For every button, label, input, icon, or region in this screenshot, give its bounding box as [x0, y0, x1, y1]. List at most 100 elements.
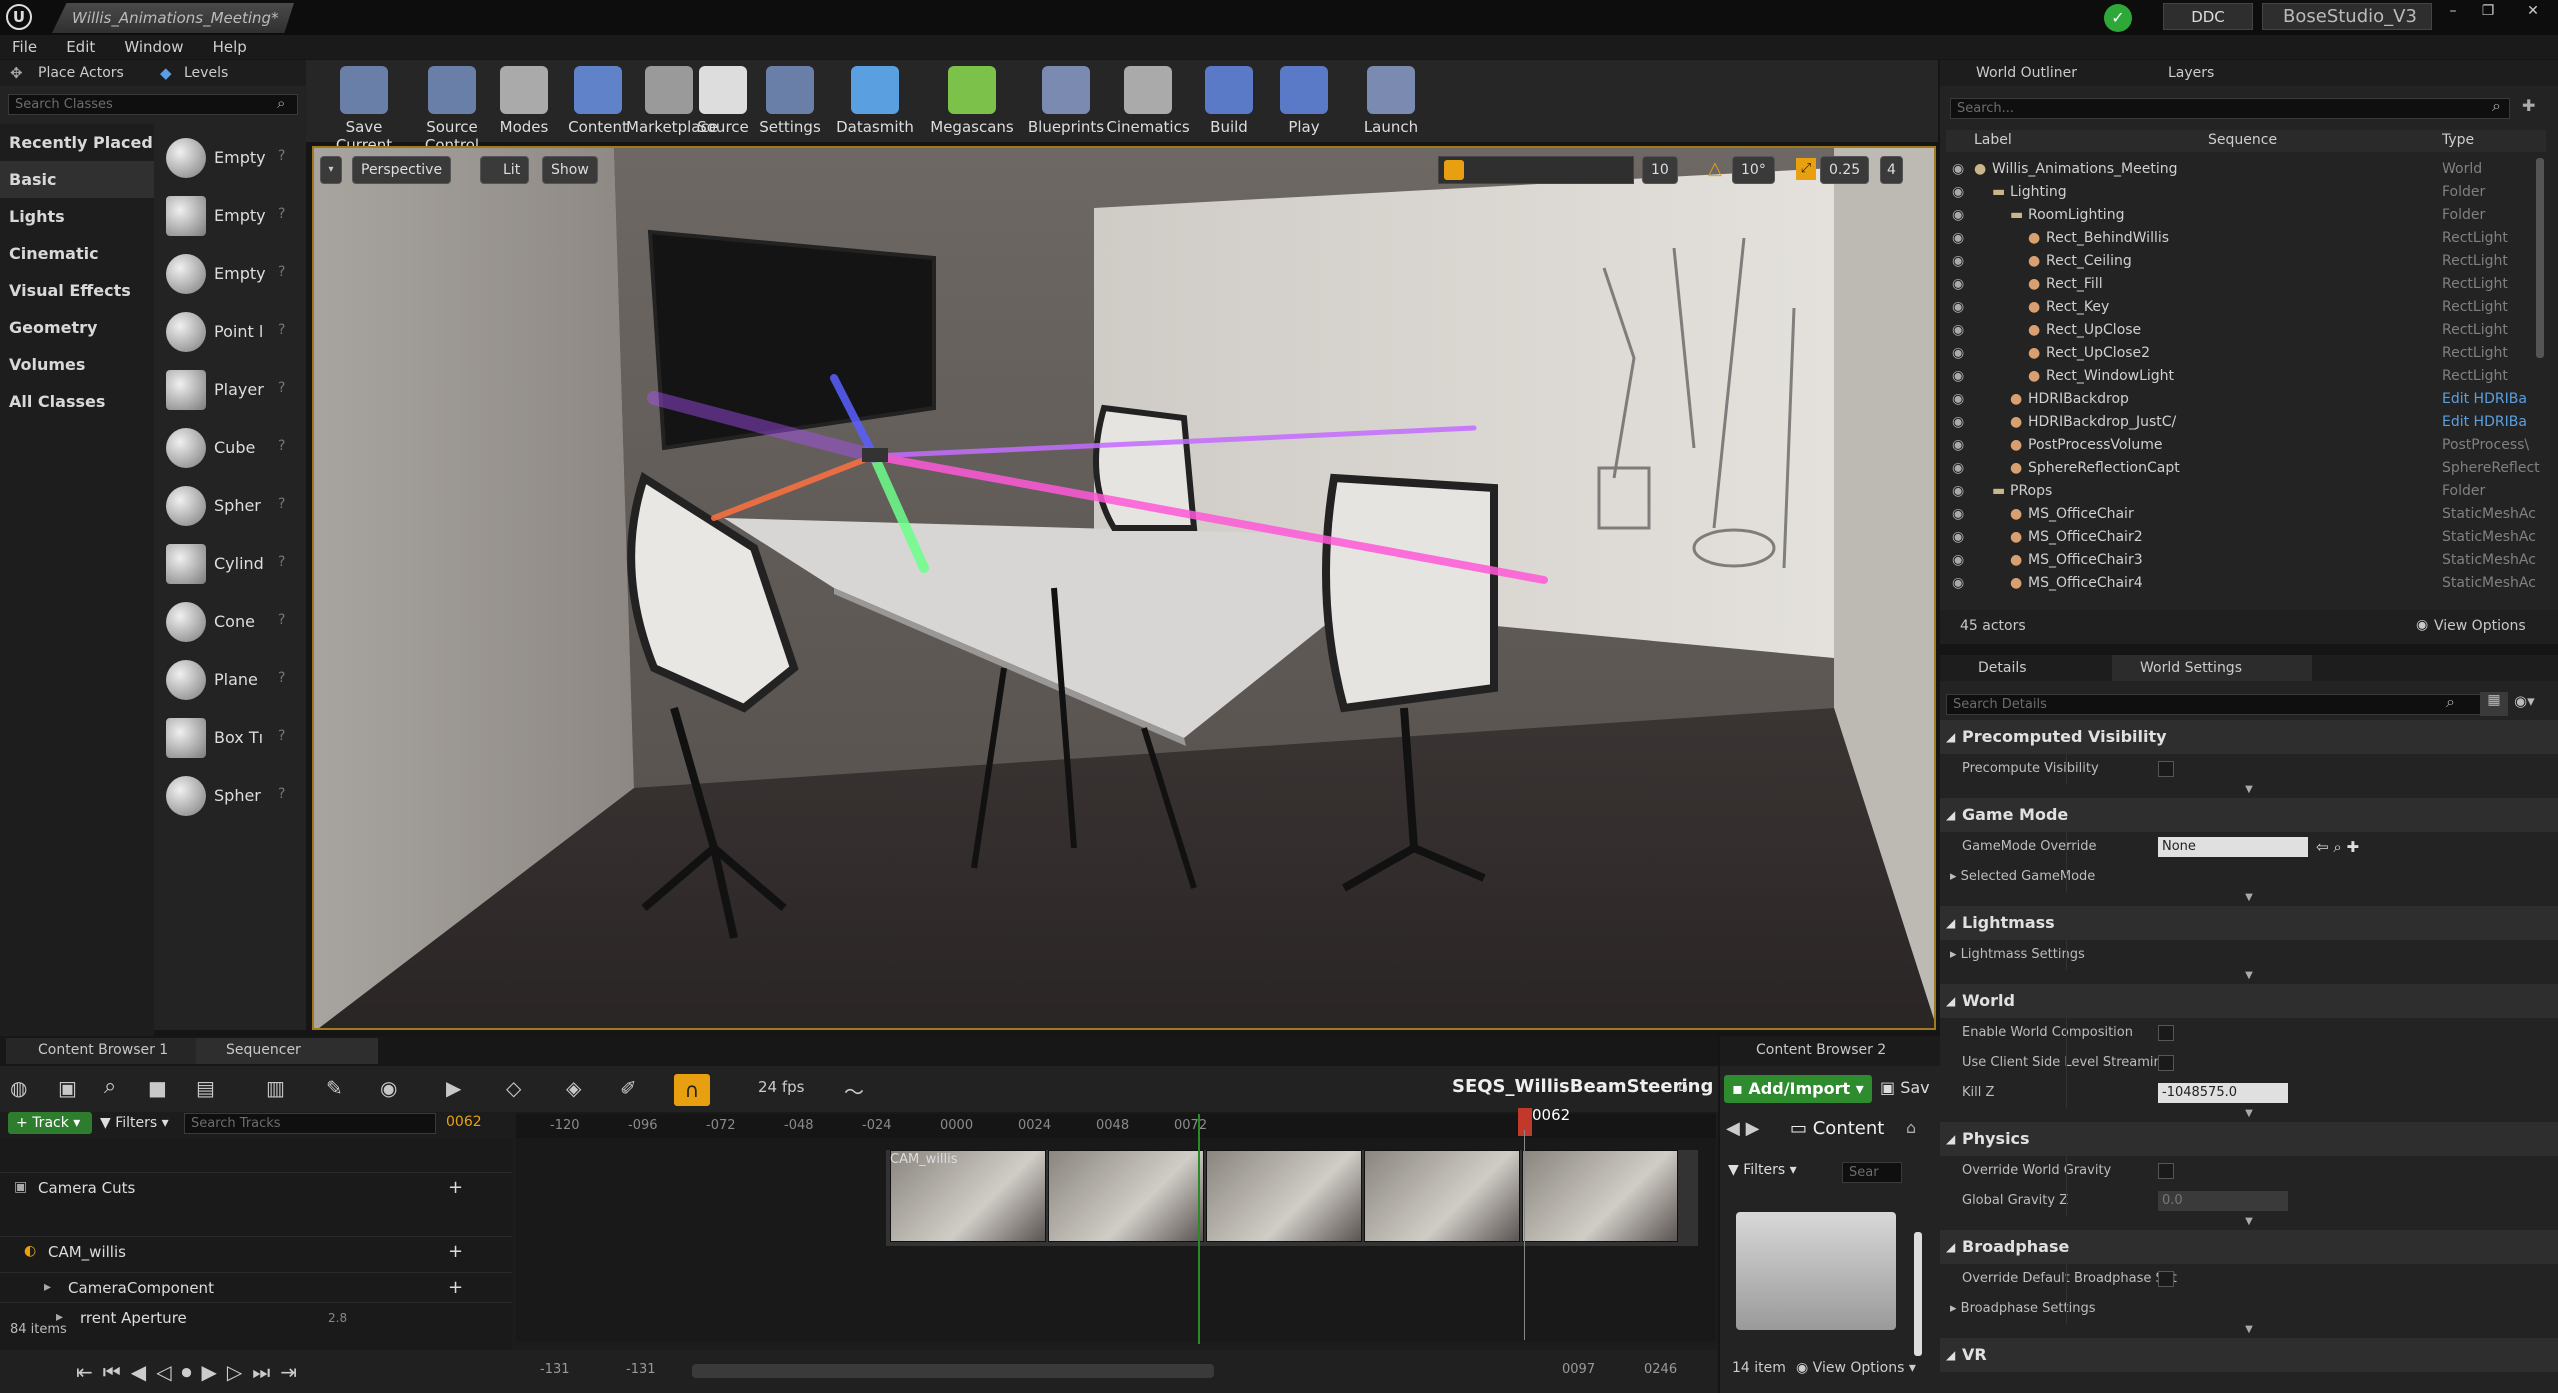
lock-icon[interactable]: ⌂: [1678, 1076, 1688, 1095]
translate-tool-icon[interactable]: [1444, 160, 1464, 180]
add-icon[interactable]: +: [448, 1277, 463, 1298]
toolbar-button[interactable]: Modes: [484, 60, 564, 142]
toolbar-button[interactable]: Save Current: [318, 60, 410, 154]
transport-controls[interactable]: ⇤⏮◀◁⏺▶▷⏭⇥: [76, 1360, 307, 1384]
camera-settings-icon[interactable]: ▥: [266, 1076, 285, 1100]
outliner-row[interactable]: ◉ ● PostProcessVolume PostProcess\: [1946, 434, 2546, 457]
help-icon[interactable]: ?: [278, 728, 285, 744]
range-end[interactable]: 0097: [1562, 1362, 1595, 1377]
add-icon[interactable]: +: [448, 1177, 463, 1198]
actor-item[interactable]: Box Tı?: [160, 714, 302, 766]
menu-window[interactable]: Window: [124, 35, 183, 59]
actor-item[interactable]: Player?: [160, 366, 302, 418]
scale-snap-icon[interactable]: ⤢: [1796, 158, 1816, 180]
visibility-eye-icon[interactable]: ◉: [1952, 503, 1964, 526]
add-folder-icon[interactable]: ✚: [2522, 96, 2535, 115]
expand-arrow-icon[interactable]: ▸: [1950, 947, 1961, 962]
scale-snap-value[interactable]: 0.25: [1820, 156, 1870, 184]
transform-tools[interactable]: [1438, 156, 1634, 184]
actor-item[interactable]: Empty?: [160, 192, 302, 244]
range-start-view[interactable]: -131: [626, 1362, 656, 1377]
search-tracks-input[interactable]: Search Tracks: [184, 1113, 436, 1134]
outliner-row[interactable]: ◉ ● Willis_Animations_Meeting World: [1946, 158, 2546, 181]
visibility-eye-icon[interactable]: ◉: [1952, 434, 1964, 457]
ddc-button[interactable]: DDC: [2163, 3, 2253, 30]
outliner-row[interactable]: ◉ ▬ RoomLighting Folder: [1946, 204, 2546, 227]
visibility-eye-icon[interactable]: ◉: [1952, 457, 1964, 480]
outliner-row[interactable]: ◉ ● HDRIBackdrop_JustC/Edit HDRIBa: [1946, 411, 2546, 434]
play-options-icon[interactable]: ▶: [446, 1076, 461, 1100]
details-search-input[interactable]: Search Details: [1946, 694, 2490, 715]
nav-arrows[interactable]: ◀ ▶: [1726, 1118, 1759, 1139]
grid-view-icon[interactable]: ▦: [2480, 692, 2508, 716]
help-icon[interactable]: ?: [278, 206, 285, 222]
visibility-eye-icon[interactable]: ◉: [1952, 181, 1964, 204]
property-checkbox[interactable]: [2158, 761, 2174, 777]
property-checkbox[interactable]: [2158, 1055, 2174, 1071]
tab-world-outliner[interactable]: World Outliner: [1976, 60, 2077, 86]
help-icon[interactable]: ?: [278, 148, 285, 164]
lock-icon[interactable]: ⌂: [1906, 1118, 1916, 1137]
current-frame-field[interactable]: 0062: [446, 1114, 482, 1130]
cb2-filters-button[interactable]: ▼ Filters ▾: [1728, 1162, 1797, 1178]
add-icon[interactable]: +: [448, 1241, 463, 1262]
document-tab[interactable]: Willis_Animations_Meeting*: [52, 3, 294, 33]
rotation-snap-value[interactable]: 10°: [1732, 156, 1775, 184]
search-classes-input[interactable]: Search Classes: [8, 94, 298, 115]
outliner-row[interactable]: ◉ ● MS_OfficeChair2 StaticMeshAc: [1946, 526, 2546, 549]
toolbar-button[interactable]: Datasmith: [826, 60, 924, 142]
help-icon[interactable]: ?: [278, 670, 285, 686]
help-icon[interactable]: ?: [278, 786, 285, 802]
column-sequence[interactable]: Sequence: [2208, 132, 2277, 148]
visibility-eye-icon[interactable]: ◉: [1952, 480, 1964, 503]
toolbar-button[interactable]: Cinematics: [1098, 60, 1198, 142]
details-section[interactable]: ◢ Precomputed Visibility: [1940, 720, 2558, 754]
tab-layers[interactable]: Layers: [2168, 60, 2214, 86]
actor-item[interactable]: Cone?: [160, 598, 302, 650]
actor-item[interactable]: Point l?: [160, 308, 302, 360]
visibility-eye-icon[interactable]: ◉: [1952, 158, 1964, 181]
details-section[interactable]: ◢ Physics: [1940, 1122, 2558, 1156]
outliner-row[interactable]: ◉ ● Rect_Fill RectLight: [1946, 273, 2546, 296]
toolbar-button[interactable]: Launch: [1348, 60, 1434, 142]
tab-content-browser-2[interactable]: Content Browser 2: [1756, 1042, 1886, 1058]
playhead[interactable]: [1518, 1108, 1532, 1136]
outliner-row[interactable]: ◉ ● Rect_Key RectLight: [1946, 296, 2546, 319]
actor-item[interactable]: Cylind?: [160, 540, 302, 592]
outliner-search-input[interactable]: Search...: [1950, 98, 2510, 119]
column-type[interactable]: Type: [2442, 132, 2474, 148]
toolbar-button[interactable]: Settings: [748, 60, 832, 142]
outliner-row[interactable]: ◉ ● Rect_Ceiling RectLight: [1946, 250, 2546, 273]
category-cinematic[interactable]: Cinematic: [0, 235, 154, 272]
track-row[interactable]: ▸ CameraComponent +: [0, 1272, 512, 1304]
outliner-row[interactable]: ◉ ▬ PRops Folder: [1946, 480, 2546, 503]
property-checkbox[interactable]: [2158, 1025, 2174, 1041]
visibility-eye-icon[interactable]: ◉: [1952, 365, 1964, 388]
menu-edit[interactable]: Edit: [66, 35, 95, 59]
folder-thumbnail-icon[interactable]: [1736, 1212, 1896, 1330]
use-browse-icons[interactable]: ⇦ ⌕ ✚: [2316, 832, 2359, 862]
timeline-scrollbar[interactable]: [692, 1364, 1214, 1378]
advanced-expander-icon[interactable]: ▼: [1940, 784, 2558, 798]
maximize-button[interactable]: ❐: [2473, 0, 2503, 22]
category-visual-effects[interactable]: Visual Effects: [0, 272, 154, 309]
help-icon[interactable]: ?: [278, 612, 285, 628]
visibility-eye-icon[interactable]: ◉: [1952, 227, 1964, 250]
advanced-expander-icon[interactable]: ▼: [1940, 970, 2558, 984]
actor-item[interactable]: Spher?: [160, 482, 302, 534]
visibility-eye-icon[interactable]: ◉: [1952, 388, 1964, 411]
viewport-options-button[interactable]: ▾: [320, 156, 342, 184]
property-select[interactable]: None: [2158, 837, 2308, 857]
level-viewport[interactable]: ▾ Perspective Lit Show 10 △ 10° ⤢ 0.25 4: [312, 146, 1936, 1030]
source-control-status-icon[interactable]: ✓: [2104, 4, 2132, 32]
help-icon[interactable]: ?: [278, 496, 285, 512]
track-row[interactable]: ◐ CAM_willis +: [0, 1236, 512, 1268]
range-end-view[interactable]: 0246: [1644, 1362, 1677, 1377]
tab-levels[interactable]: Levels: [184, 60, 228, 86]
actor-item[interactable]: Empty?: [160, 134, 302, 186]
advanced-expander-icon[interactable]: ▼: [1940, 1324, 2558, 1338]
visibility-eye-icon[interactable]: ◉: [1952, 549, 1964, 572]
outliner-scrollbar[interactable]: [2536, 158, 2544, 358]
details-section[interactable]: ◢ Lightmass: [1940, 906, 2558, 940]
menu-help[interactable]: Help: [213, 35, 247, 59]
